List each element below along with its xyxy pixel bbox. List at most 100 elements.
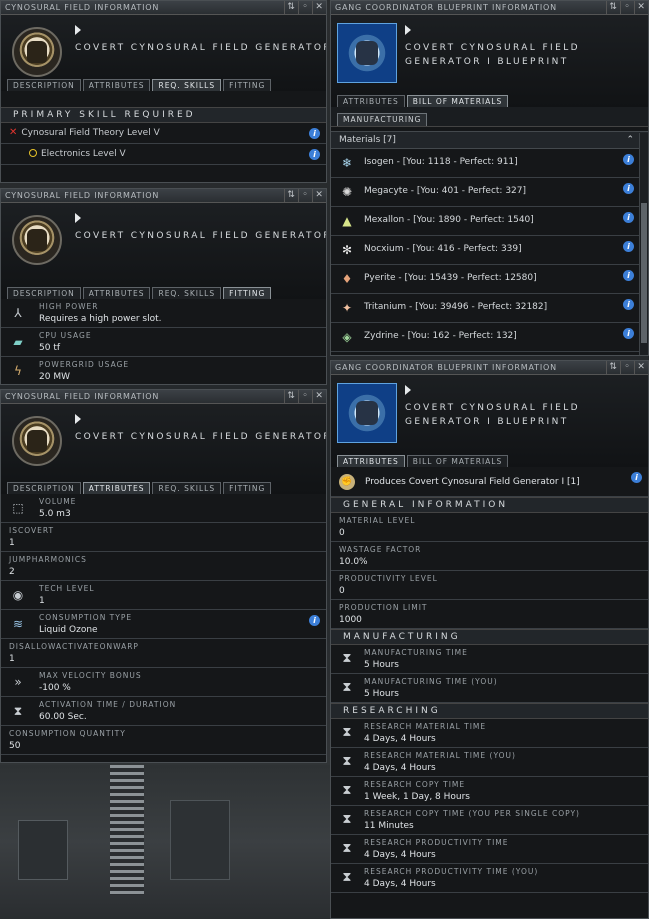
blueprint-window-materials: Gang Coordinator Blueprint Information ⇅…: [330, 0, 649, 356]
tab-req-skills[interactable]: Req. Skills: [152, 79, 222, 91]
tab-fitting[interactable]: Fitting: [223, 287, 272, 299]
attribute-row: Productivity Level 0: [331, 571, 648, 600]
pyerite-icon: ♦: [341, 272, 353, 286]
attribute-row: ⧗ Research Productivity Time 4 Days, 4 Hou…: [331, 835, 648, 864]
item-header: Covert Cynosural Field Generator I Bluep…: [331, 375, 648, 467]
window-title: Cynosural Field Information: [5, 3, 160, 12]
close-icon[interactable]: ✕: [312, 1, 326, 15]
show-info-arrow-icon[interactable]: [75, 25, 81, 35]
material-row[interactable]: ◈ Zydrine - [You: 162 - Perfect: 132] i: [331, 323, 648, 352]
attribute-row: ≋ Consumption Type Liquid Ozone i: [1, 610, 326, 639]
missing-x-icon: ✕: [9, 127, 18, 138]
mexallon-icon: ▲: [342, 214, 352, 228]
skill-name: Cynosural Field Theory Level V: [21, 128, 160, 138]
isogen-icon: ❄: [341, 156, 353, 170]
section-title: Researching: [331, 703, 648, 719]
subtab-manufacturing[interactable]: Manufacturing: [337, 113, 428, 126]
tab-bill-of-materials[interactable]: Bill of Materials: [406, 455, 509, 467]
info-icon[interactable]: i: [309, 615, 320, 626]
attribute-row: ◉ Tech Level 1: [1, 581, 326, 610]
window-titlebar[interactable]: Cynosural Field Information ⇅ ◦ ✕: [1, 390, 326, 404]
tab-bar: Description Attributes Req. Skills Fitti…: [7, 287, 272, 299]
window-titlebar[interactable]: Gang Coordinator Blueprint Information ⇅…: [331, 1, 648, 15]
tab-description[interactable]: Description: [7, 79, 81, 91]
produces-row: ✊ Produces Covert Cynosural Field Generat…: [331, 467, 648, 497]
pin-icon[interactable]: ⇅: [284, 189, 298, 203]
close-icon[interactable]: ✕: [634, 361, 648, 375]
pin-icon[interactable]: ⇅: [606, 361, 620, 375]
hourglass-icon: ⧗: [342, 870, 352, 885]
item-name: Covert Cynosural Field Generator I: [75, 43, 327, 53]
tab-bill-of-materials[interactable]: Bill of Materials: [406, 95, 509, 107]
material-row[interactable]: ✦ Tritanium - [You: 39496 - Perfect: 3218…: [331, 294, 648, 323]
tab-fitting[interactable]: Fitting: [223, 79, 272, 91]
materials-list: ❄ Isogen - [You: 1118 - Perfect: 911] i ✺ M…: [331, 149, 648, 352]
fitting-row: ϟ Powergrid Usage 20 MW: [1, 357, 326, 384]
minimize-icon[interactable]: ◦: [298, 1, 312, 15]
tab-req-skills[interactable]: Req. Skills: [152, 482, 222, 494]
pin-icon[interactable]: ⇅: [284, 1, 298, 15]
skill-row[interactable]: Electronics Level V i: [1, 144, 326, 165]
material-row[interactable]: ✻ Nocxium - [You: 416 - Perfect: 339] i: [331, 236, 648, 265]
minimize-icon[interactable]: ◦: [298, 390, 312, 404]
item-icon: [12, 27, 62, 77]
show-info-arrow-icon[interactable]: [75, 213, 81, 223]
pin-icon[interactable]: ⇅: [284, 390, 298, 404]
info-icon[interactable]: i: [309, 149, 320, 160]
window-title: Gang Coordinator Blueprint Information: [335, 3, 557, 12]
info-icon[interactable]: i: [623, 270, 634, 281]
minimize-icon[interactable]: ◦: [298, 189, 312, 203]
item-header: Covert Cynosural Field Generator I Descr…: [1, 404, 326, 494]
close-icon[interactable]: ✕: [312, 189, 326, 203]
material-row[interactable]: ♦ Pyerite - [You: 15439 - Perfect: 12580]…: [331, 265, 648, 294]
show-info-arrow-icon[interactable]: [75, 414, 81, 424]
info-icon[interactable]: i: [623, 328, 634, 339]
tab-req-skills[interactable]: Req. Skills: [152, 287, 222, 299]
info-icon[interactable]: i: [623, 154, 634, 165]
info-icon[interactable]: i: [623, 241, 634, 252]
tab-attributes[interactable]: Attributes: [337, 455, 405, 467]
tab-attributes[interactable]: Attributes: [82, 79, 151, 91]
item-header: Covert Cynosural Field Generator I Descr…: [1, 203, 326, 299]
info-window-attributes: Cynosural Field Information ⇅ ◦ ✕ Covert C…: [0, 389, 327, 763]
tab-attributes[interactable]: Attributes: [337, 95, 405, 107]
attribute-row: ⬚ Volume 5.0 m3: [1, 494, 326, 523]
tab-fitting[interactable]: Fitting: [223, 482, 272, 494]
attribute-row: isCovert 1: [1, 523, 326, 552]
materials-header[interactable]: Materials [7] ⌃: [331, 131, 648, 149]
window-title: Cynosural Field Information: [5, 191, 160, 200]
minimize-icon[interactable]: ◦: [620, 1, 634, 15]
tab-attributes[interactable]: Attributes: [82, 482, 151, 494]
hourglass-icon: ⧗: [342, 783, 352, 798]
info-icon[interactable]: i: [631, 472, 642, 483]
skill-row[interactable]: ✕ Cynosural Field Theory Level V i: [1, 123, 326, 144]
material-row[interactable]: ✺ Megacyte - [You: 401 - Perfect: 327] i: [331, 178, 648, 207]
pin-icon[interactable]: ⇅: [606, 1, 620, 15]
info-icon[interactable]: i: [623, 183, 634, 194]
close-icon[interactable]: ✕: [312, 390, 326, 404]
minimize-icon[interactable]: ◦: [620, 361, 634, 375]
item-name: Covert Cynosural Field Generator I: [75, 231, 327, 241]
window-titlebar[interactable]: Cynosural Field Information ⇅ ◦ ✕: [1, 189, 326, 203]
collapse-icon[interactable]: ⌃: [626, 132, 634, 149]
close-icon[interactable]: ✕: [634, 1, 648, 15]
nocxium-icon: ✻: [341, 243, 353, 257]
material-row[interactable]: ❄ Isogen - [You: 1118 - Perfect: 911] i: [331, 149, 648, 178]
window-titlebar[interactable]: Gang Coordinator Blueprint Information ⇅…: [331, 361, 648, 375]
attribute-row: ⧗ Research Material Time 4 Days, 4 Hours: [331, 719, 648, 748]
info-icon[interactable]: i: [623, 212, 634, 223]
tab-description[interactable]: Description: [7, 482, 81, 494]
window-titlebar[interactable]: Cynosural Field Information ⇅ ◦ ✕: [1, 1, 326, 15]
attribute-row: ⧗ Research Material Time (You) 4 Days, 4 H…: [331, 748, 648, 777]
material-row[interactable]: ▲ Mexallon - [You: 1890 - Perfect: 1540] i: [331, 207, 648, 236]
tab-attributes[interactable]: Attributes: [82, 287, 151, 299]
info-icon[interactable]: i: [623, 299, 634, 310]
scrollbar[interactable]: [639, 133, 648, 355]
scrollbar-thumb[interactable]: [641, 203, 647, 343]
show-info-arrow-icon[interactable]: [405, 25, 411, 35]
show-info-arrow-icon[interactable]: [405, 385, 411, 395]
product-icon: ✊: [339, 474, 355, 490]
info-icon[interactable]: i: [309, 128, 320, 139]
tab-description[interactable]: Description: [7, 287, 81, 299]
powergrid-icon: ϟ: [14, 364, 22, 378]
